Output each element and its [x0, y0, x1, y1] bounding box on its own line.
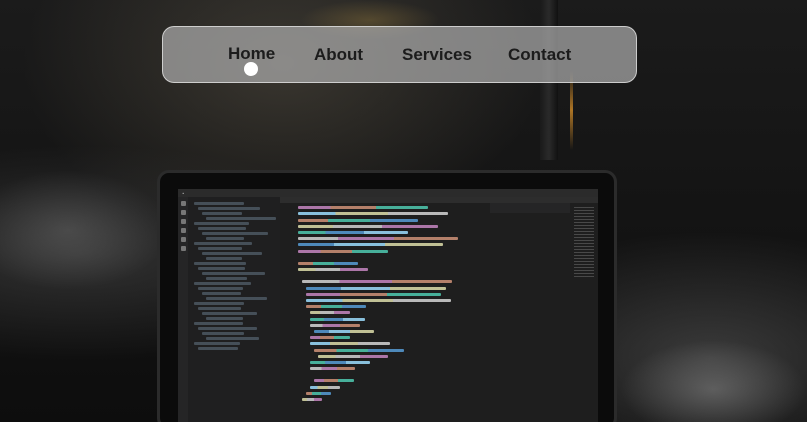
floor-highlight-right — [620, 340, 807, 422]
editor-activity-bar — [178, 197, 188, 422]
floor-highlight-left — [0, 170, 170, 290]
laptop-screen: • — [178, 189, 598, 422]
nav-link-home[interactable]: Home — [228, 44, 275, 64]
editor-file-tree — [188, 197, 280, 422]
nav-link-services[interactable]: Services — [402, 45, 472, 65]
editor-code-area — [280, 197, 598, 422]
main-navbar: Home About Services Contact — [162, 26, 637, 83]
nav-link-about[interactable]: About — [314, 45, 363, 65]
hero-background: • Home About Services Contact — [0, 0, 807, 422]
editor-menubar: • — [178, 189, 598, 197]
laptop-image: • — [157, 170, 617, 422]
code-editor — [178, 197, 598, 422]
editor-minimap — [574, 207, 594, 277]
active-indicator-dot — [244, 62, 258, 76]
nav-link-contact[interactable]: Contact — [508, 45, 571, 65]
